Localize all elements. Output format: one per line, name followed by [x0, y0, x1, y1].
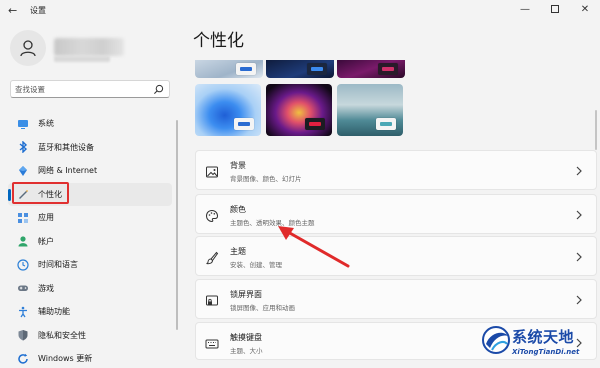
sidebar-item-label: 时间和语言	[38, 260, 78, 270]
accessibility-icon	[16, 305, 30, 319]
sidebar-item-label: 应用	[38, 213, 54, 223]
sidebar-item-system[interactable]: 系统	[8, 112, 172, 136]
chevron-right-icon	[576, 295, 582, 305]
theme-thumbnail[interactable]	[337, 60, 405, 78]
sidebar-item-label: Windows 更新	[38, 354, 93, 364]
theme-preview-chip	[305, 118, 325, 130]
watermark: 系统天地 XiTongTianDi.net	[478, 322, 600, 368]
apps-icon	[16, 211, 30, 225]
monitor-icon	[16, 117, 30, 131]
setting-title: 颜色	[230, 205, 246, 214]
maximize-icon	[551, 5, 559, 13]
setting-title: 锁屏界面	[230, 290, 262, 299]
chevron-right-icon	[576, 166, 582, 176]
app-title: 设置	[30, 6, 46, 15]
user-icon	[20, 40, 36, 57]
setting-subtitle: 背景图像、颜色、幻灯片	[230, 175, 302, 183]
annotation-arrow	[278, 226, 350, 268]
brush-icon	[205, 250, 219, 265]
network-icon	[16, 164, 30, 178]
lock-screen-icon	[205, 293, 219, 307]
theme-thumbnail[interactable]	[266, 60, 334, 78]
sidebar-item-label: 网络 & Internet	[38, 166, 98, 176]
sidebar-item-network[interactable]: 网络 & Internet	[8, 159, 172, 183]
account-icon	[16, 234, 30, 248]
shield-icon	[16, 328, 30, 342]
main-scrollbar[interactable]	[595, 110, 597, 150]
avatar	[10, 30, 46, 66]
setting-subtitle: 锁屏图像、应用和动画	[230, 304, 295, 312]
chevron-right-icon	[576, 210, 582, 220]
sidebar-item-privacy[interactable]: 隐私和安全性	[8, 324, 172, 348]
title-bar: ← 设置 — ✕	[0, 0, 600, 22]
sidebar-item-label: 蓝牙和其他设备	[38, 142, 94, 152]
maximize-button[interactable]	[540, 0, 570, 18]
image-icon	[205, 164, 219, 178]
search-icon[interactable]	[153, 84, 164, 95]
active-indicator	[8, 188, 11, 201]
sidebar-nav: 系统 蓝牙和其他设备 网络 & Internet 个性化 应用 帐户 时间和语言…	[8, 112, 172, 368]
setting-title: 主题	[230, 247, 246, 256]
gamepad-icon	[16, 281, 30, 295]
watermark-name: 系统天地	[512, 328, 575, 346]
update-icon	[16, 352, 30, 366]
theme-preview-chip	[307, 63, 327, 75]
setting-colors[interactable]: 颜色 主题色、透明效果、颜色主题	[195, 194, 597, 234]
theme-thumbnail[interactable]	[266, 84, 332, 136]
watermark-url: XiTongTianDi.net	[512, 348, 580, 356]
page-title: 个性化	[193, 31, 244, 51]
palette-icon	[205, 208, 219, 223]
bluetooth-icon	[16, 140, 30, 154]
sidebar-item-gaming[interactable]: 游戏	[8, 277, 172, 301]
setting-title: 触摸键盘	[230, 333, 262, 342]
watermark-logo-icon	[482, 326, 510, 354]
sidebar-item-apps[interactable]: 应用	[8, 206, 172, 230]
sidebar-item-time-language[interactable]: 时间和语言	[8, 253, 172, 277]
sidebar-item-label: 帐户	[38, 236, 54, 246]
sidebar-item-accounts[interactable]: 帐户	[8, 230, 172, 254]
theme-thumbnail[interactable]	[195, 60, 263, 78]
theme-thumbnail[interactable]	[195, 84, 261, 136]
sidebar-scrollbar[interactable]	[176, 120, 178, 330]
sidebar-item-label: 隐私和安全性	[38, 330, 86, 340]
back-button[interactable]: ←	[8, 4, 22, 18]
theme-thumbnail[interactable]	[337, 84, 403, 136]
annotation-highlight-box	[12, 182, 69, 204]
setting-subtitle: 主题、大小	[230, 347, 263, 355]
search-input[interactable]	[15, 82, 153, 96]
sidebar-item-label: 辅助功能	[38, 307, 70, 317]
setting-title: 背景	[230, 161, 246, 170]
setting-themes[interactable]: 主题 安装、创建、管理	[195, 236, 597, 276]
sidebar-item-accessibility[interactable]: 辅助功能	[8, 300, 172, 324]
sidebar-item-windows-update[interactable]: Windows 更新	[8, 347, 172, 368]
theme-preview-chip	[234, 118, 254, 130]
theme-preview-chip	[236, 63, 256, 75]
sidebar-item-bluetooth[interactable]: 蓝牙和其他设备	[8, 136, 172, 160]
theme-preview-chip	[378, 63, 398, 75]
search-box[interactable]	[10, 80, 170, 98]
close-button[interactable]: ✕	[570, 0, 600, 18]
user-account-area[interactable]	[10, 30, 170, 70]
setting-background[interactable]: 背景 背景图像、颜色、幻灯片	[195, 150, 597, 190]
user-name-blurred	[54, 38, 124, 56]
keyboard-icon	[205, 336, 219, 350]
minimize-button[interactable]: —	[510, 0, 540, 18]
globe-clock-icon	[16, 258, 30, 272]
sidebar-item-label: 游戏	[38, 283, 54, 293]
sidebar-item-label: 系统	[38, 119, 54, 129]
chevron-right-icon	[576, 252, 582, 262]
user-email-blurred	[54, 56, 110, 62]
theme-preview-chip	[376, 118, 396, 130]
setting-lock-screen[interactable]: 锁屏界面 锁屏图像、应用和动画	[195, 279, 597, 319]
